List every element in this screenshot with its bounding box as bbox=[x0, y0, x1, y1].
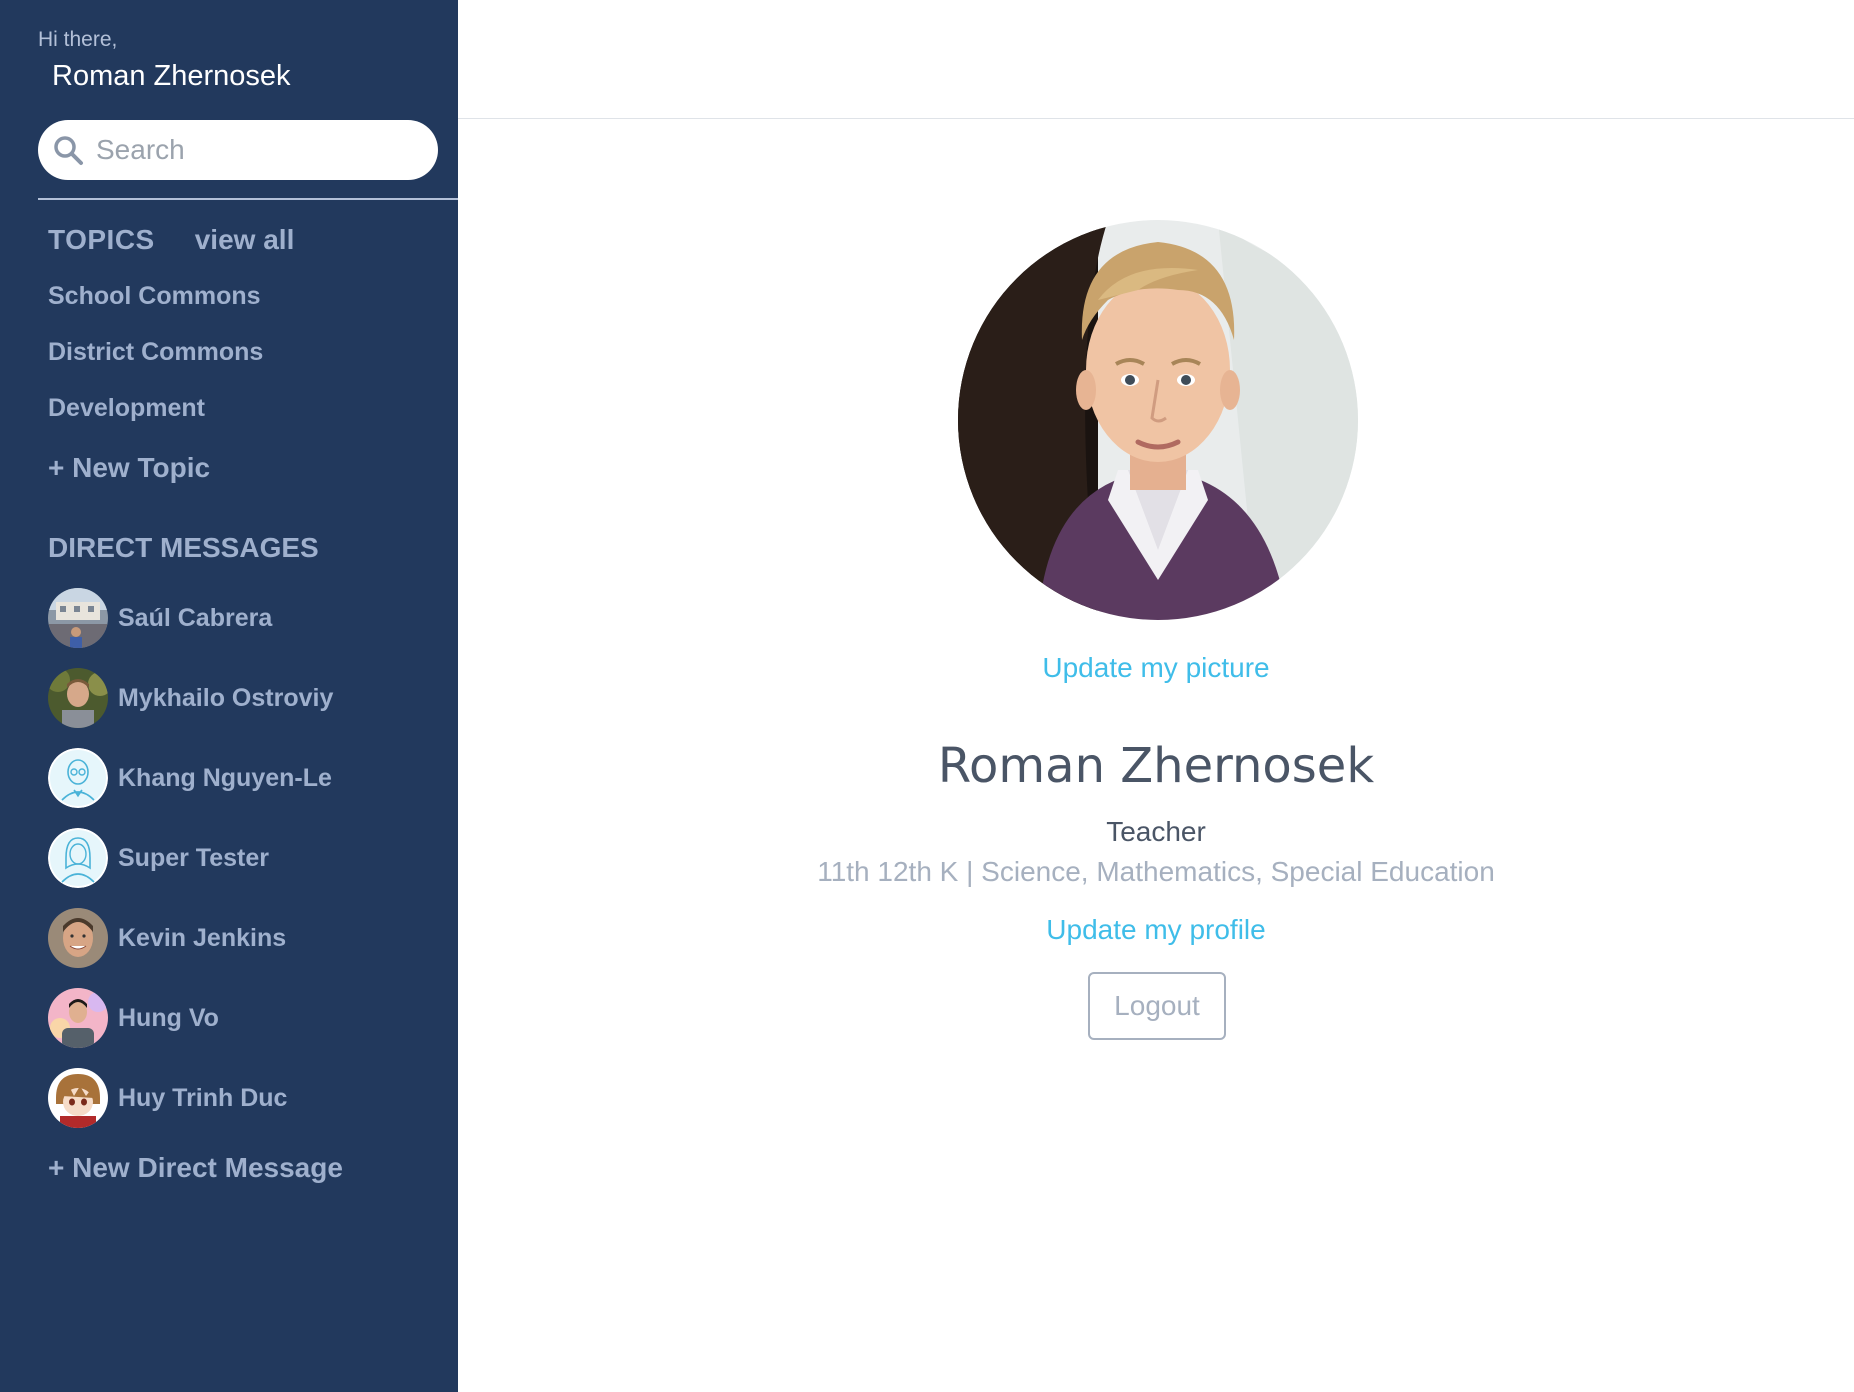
avatar bbox=[48, 828, 108, 888]
dm-item-super-tester[interactable]: Super Tester bbox=[48, 828, 269, 888]
dm-item-kevin-jenkins[interactable]: Kevin Jenkins bbox=[48, 908, 286, 968]
greeting-text: Hi there, bbox=[38, 28, 118, 51]
direct-messages-title: DIRECT MESSAGES bbox=[48, 532, 319, 563]
dm-name: Hung Vo bbox=[118, 1003, 219, 1032]
update-picture-link[interactable]: Update my picture bbox=[458, 652, 1854, 684]
dm-name: Kevin Jenkins bbox=[118, 923, 287, 952]
topic-item-school-commons[interactable]: School Commons bbox=[48, 282, 261, 311]
sidebar: Hi there, Roman Zhernosek TOPICS view al… bbox=[0, 0, 458, 1392]
dm-name: Super Tester bbox=[118, 843, 269, 872]
search-input[interactable] bbox=[96, 134, 416, 166]
dm-item-khang-nguyen-le[interactable]: Khang Nguyen-Le bbox=[48, 748, 332, 808]
dm-name: Huy Trinh Duc bbox=[118, 1083, 288, 1112]
dm-name: Saúl Cabrera bbox=[118, 603, 273, 632]
current-user-name: Roman Zhernosek bbox=[52, 60, 291, 92]
main-content: Update my picture Roman Zhernosek Teache… bbox=[458, 0, 1854, 1392]
view-all-topics-link[interactable]: view all bbox=[195, 224, 295, 256]
dm-item-huy-trinh-duc[interactable]: Huy Trinh Duc bbox=[48, 1068, 287, 1128]
search-icon bbox=[54, 136, 83, 165]
dm-name: Khang Nguyen-Le bbox=[118, 763, 332, 792]
topics-title: TOPICS bbox=[48, 224, 155, 255]
update-profile-link[interactable]: Update my profile bbox=[458, 914, 1854, 946]
search-box[interactable] bbox=[38, 120, 438, 180]
avatar bbox=[48, 588, 108, 648]
profile-role: Teacher bbox=[1106, 816, 1206, 847]
sidebar-divider bbox=[38, 198, 458, 200]
profile-details: 11th 12th K | Science, Mathematics, Spec… bbox=[817, 856, 1495, 887]
profile-name: Roman Zhernosek bbox=[937, 738, 1375, 794]
avatar bbox=[48, 1068, 108, 1128]
dm-name: Mykhailo Ostroviy bbox=[118, 683, 334, 712]
avatar bbox=[48, 988, 108, 1048]
topic-item-district-commons[interactable]: District Commons bbox=[48, 338, 263, 367]
dm-item-mykhailo-ostroviy[interactable]: Mykhailo Ostroviy bbox=[48, 668, 333, 728]
avatar bbox=[48, 908, 108, 968]
new-direct-message-button[interactable]: + New Direct Message bbox=[48, 1152, 343, 1184]
topics-header: TOPICS view all bbox=[48, 224, 294, 256]
topic-item-development[interactable]: Development bbox=[48, 394, 205, 423]
top-bar bbox=[458, 0, 1854, 119]
profile-picture bbox=[958, 220, 1358, 620]
dm-item-hung-vo[interactable]: Hung Vo bbox=[48, 988, 219, 1048]
dm-item-saul-cabrera[interactable]: Saúl Cabrera bbox=[48, 588, 272, 648]
new-topic-button[interactable]: + New Topic bbox=[48, 452, 210, 484]
logout-button[interactable]: Logout bbox=[1088, 972, 1226, 1040]
avatar bbox=[48, 748, 108, 808]
avatar bbox=[48, 668, 108, 728]
